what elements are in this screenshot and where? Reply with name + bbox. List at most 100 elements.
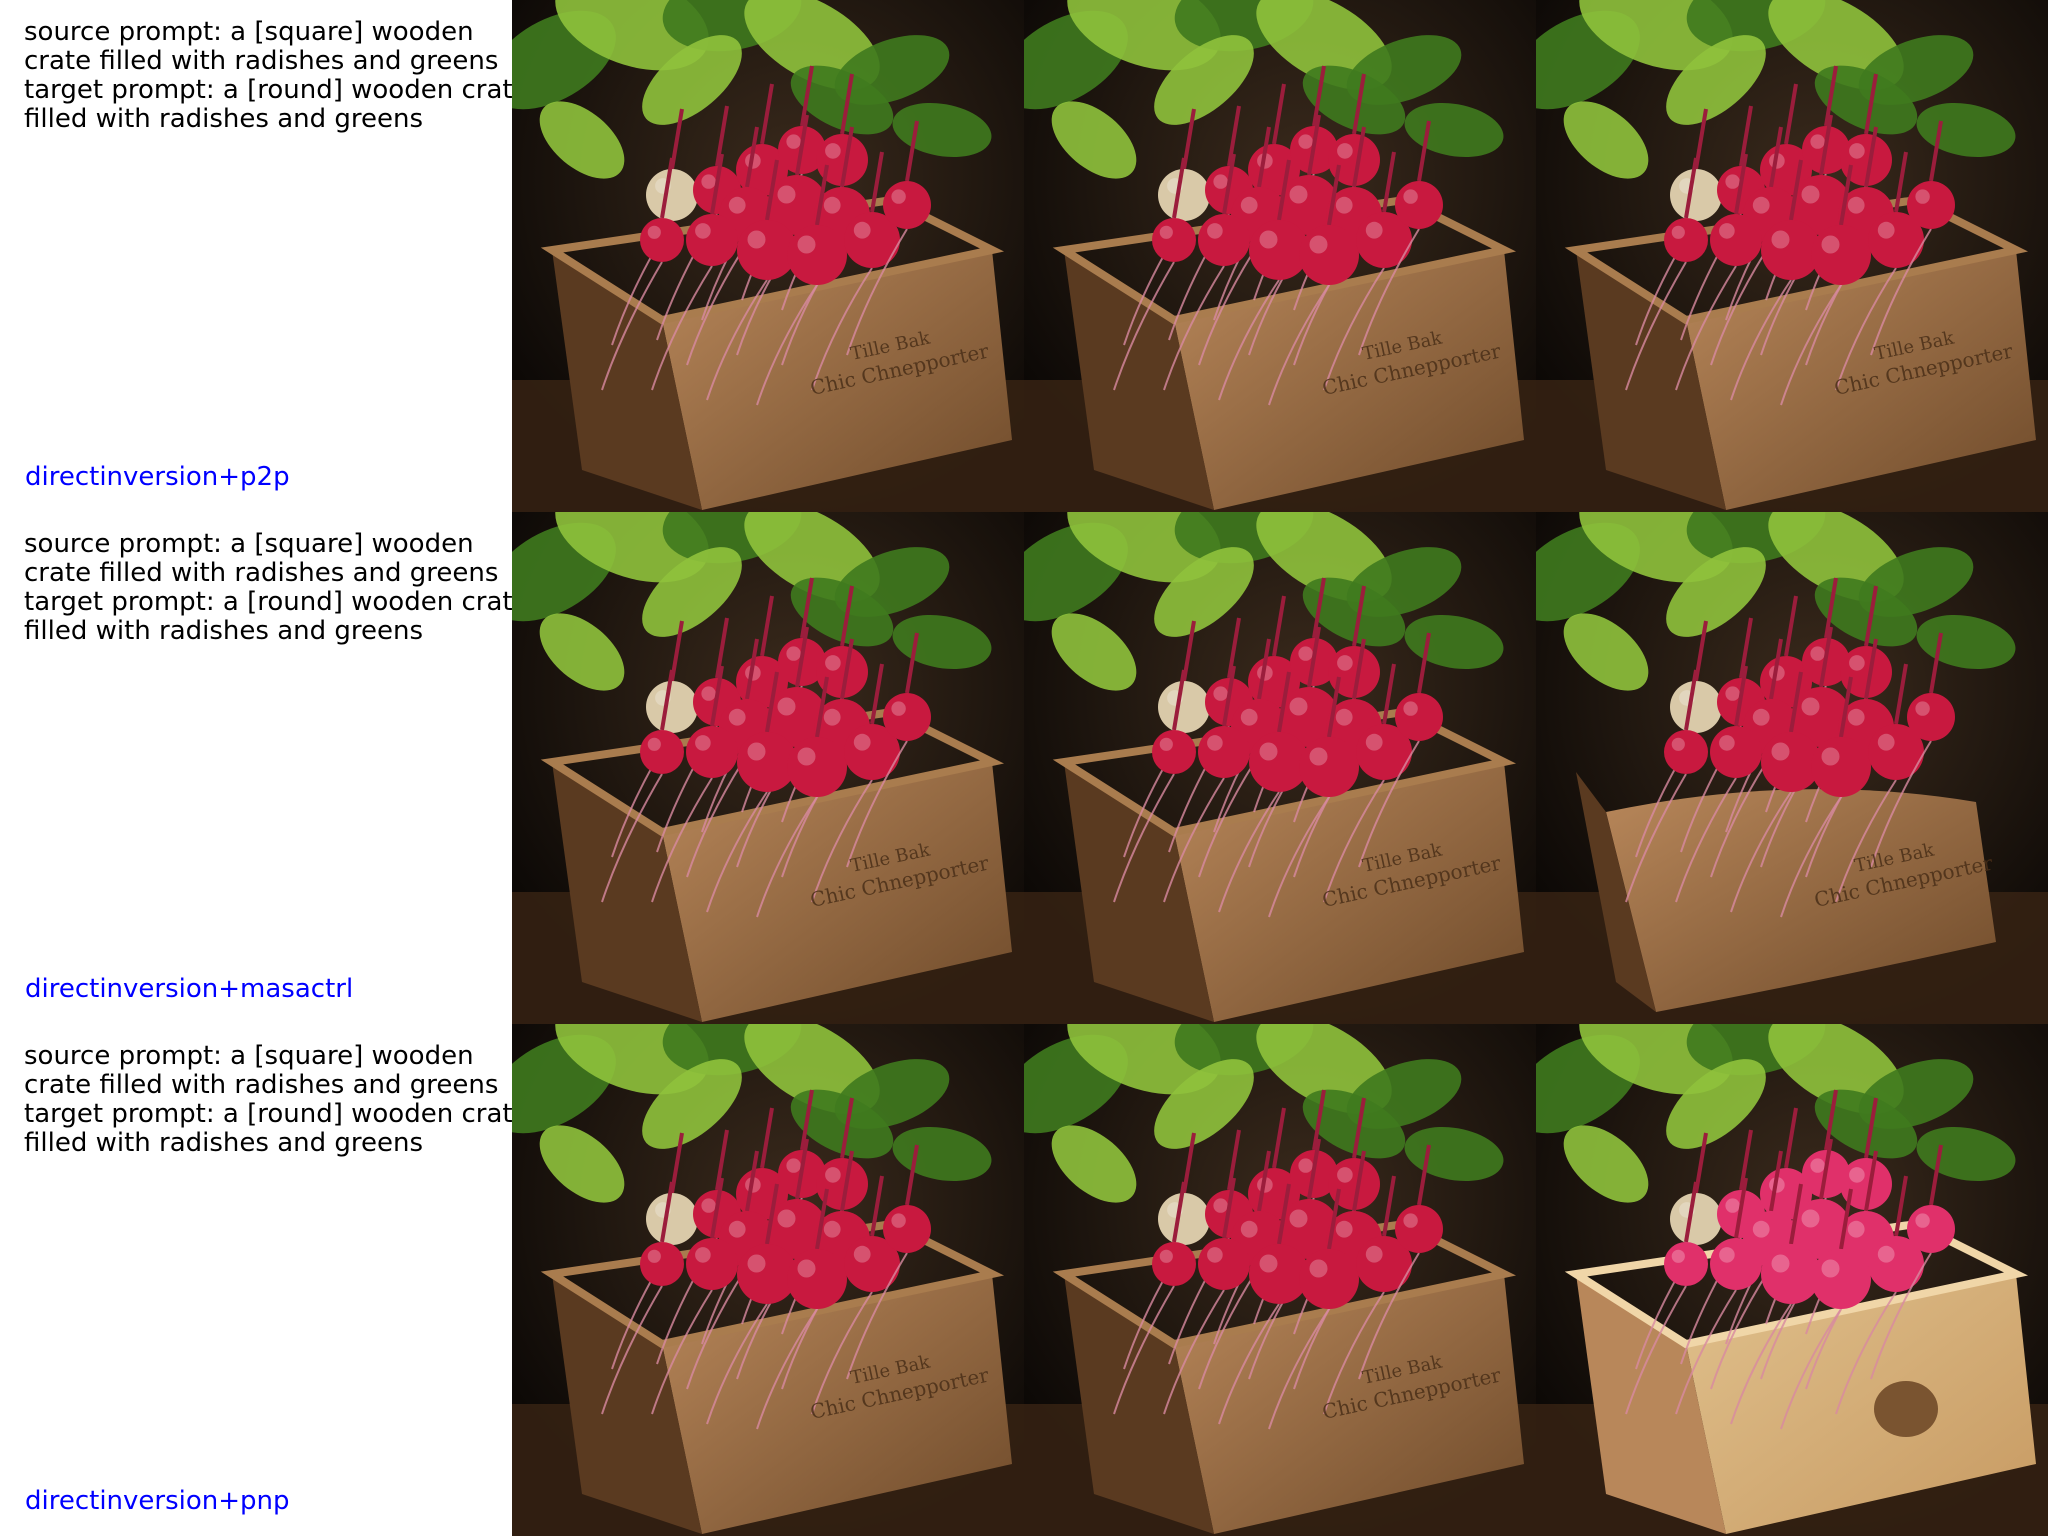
source-image: Tille Bak Chic Chnepporter — [512, 1024, 1024, 1536]
radish-highlight — [647, 737, 661, 751]
radish — [1299, 1249, 1359, 1309]
radish — [1670, 681, 1722, 733]
radish-highlight — [1309, 1259, 1328, 1278]
radish-highlight — [1719, 735, 1735, 751]
radish-highlight — [1159, 225, 1173, 239]
radish — [1811, 1249, 1871, 1309]
radish-highlight — [1365, 733, 1383, 751]
edited-image — [1536, 1024, 2048, 1536]
radish-highlight — [1289, 185, 1308, 204]
radish-highlight — [1801, 697, 1820, 716]
radish — [1811, 737, 1871, 797]
prompt-text: source prompt: a [square] wooden crate f… — [24, 18, 529, 134]
radish-highlight — [777, 185, 796, 204]
radish-highlight — [853, 221, 871, 239]
source-prompt-continued: crate filled with radishes and greens — [24, 558, 499, 588]
radish — [1395, 693, 1443, 741]
radish-highlight — [823, 196, 841, 214]
radish — [1299, 225, 1359, 285]
radish-highlight — [1259, 1254, 1278, 1273]
radish-highlight — [1309, 747, 1328, 766]
radish — [1158, 169, 1210, 221]
photo-illustration: Tille BakChic Chnepporter — [1536, 512, 2048, 1024]
radish-highlight — [797, 1259, 816, 1278]
radish-highlight — [1309, 235, 1328, 254]
radish — [1907, 1205, 1955, 1253]
radish-highlight — [797, 235, 816, 254]
radish — [1670, 1193, 1722, 1245]
photo-illustration: Tille BakChic Chnepporter — [1024, 1024, 1536, 1536]
photo-illustration: Tille BakChic Chnepporter — [1536, 0, 2048, 512]
radish — [1710, 214, 1762, 266]
radish — [640, 218, 684, 262]
radish-highlight — [825, 143, 841, 159]
radish-highlight — [1403, 189, 1418, 204]
method-label: directinversion+p2p — [25, 462, 290, 492]
source-prompt: source prompt: a [square] wooden — [24, 1041, 474, 1071]
radish-highlight — [891, 701, 906, 716]
radish-highlight — [1207, 223, 1223, 239]
radish-highlight — [1771, 1254, 1790, 1273]
radish — [1907, 181, 1955, 229]
radish — [787, 737, 847, 797]
source-image: Tille Bak Chic Chnepporter — [512, 512, 1024, 1024]
radish-highlight — [823, 708, 841, 726]
radish-highlight — [701, 174, 716, 189]
radish — [640, 1242, 684, 1286]
radish — [646, 1193, 698, 1245]
radish — [646, 169, 698, 221]
radish-highlight — [695, 735, 711, 751]
radish — [1395, 1205, 1443, 1253]
radish-highlight — [786, 1158, 801, 1173]
radish-highlight — [1877, 1245, 1895, 1263]
radish-highlight — [1335, 196, 1353, 214]
radish-highlight — [1810, 134, 1825, 149]
radish-highlight — [1725, 174, 1740, 189]
radish-highlight — [1810, 1158, 1825, 1173]
radish-highlight — [777, 697, 796, 716]
radish — [1664, 1242, 1708, 1286]
radish-highlight — [695, 223, 711, 239]
radish-highlight — [647, 225, 661, 239]
photo-illustration: Tille BakChic Chnepporter — [512, 512, 1024, 1024]
radish-highlight — [1752, 708, 1770, 726]
radish-highlight — [1719, 1247, 1735, 1263]
radish-highlight — [701, 686, 716, 701]
radish-highlight — [1403, 1213, 1418, 1228]
source-prompt-continued: crate filled with radishes and greens — [24, 1070, 499, 1100]
radish-highlight — [853, 1245, 871, 1263]
radish — [640, 730, 684, 774]
target-prompt: target prompt: a [round] wooden crate — [24, 75, 529, 105]
prompt-text: source prompt: a [square] wooden crate f… — [24, 530, 529, 646]
radish — [1198, 726, 1250, 778]
radish-highlight — [891, 189, 906, 204]
radish — [1395, 181, 1443, 229]
radish-highlight — [1847, 1220, 1865, 1238]
radish — [1710, 1238, 1762, 1290]
radish — [1664, 218, 1708, 262]
radish-highlight — [747, 742, 766, 761]
radish-highlight — [1849, 1167, 1865, 1183]
radish-highlight — [1847, 196, 1865, 214]
radish — [1670, 169, 1722, 221]
radish-highlight — [1821, 747, 1840, 766]
target-prompt: target prompt: a [round] wooden crate — [24, 1099, 529, 1129]
method-label: directinversion+pnp — [25, 1486, 290, 1516]
radish-highlight — [1847, 708, 1865, 726]
radish-highlight — [786, 134, 801, 149]
row-masactrl: source prompt: a [square] wooden crate f… — [0, 512, 2048, 1024]
radish-highlight — [1849, 143, 1865, 159]
edited-image: Tille Bak Chic Chnepporter — [1536, 512, 2048, 1024]
radish — [686, 726, 738, 778]
radish-highlight — [1771, 230, 1790, 249]
reconstruction-image: Tille Bak Chic Chnepporter — [1024, 512, 1536, 1024]
radish — [1158, 681, 1210, 733]
radish — [1811, 225, 1871, 285]
radish — [883, 693, 931, 741]
radish — [1907, 693, 1955, 741]
radish — [787, 1249, 847, 1309]
radish — [883, 181, 931, 229]
radish-highlight — [1207, 1247, 1223, 1263]
radish — [787, 225, 847, 285]
target-prompt-continued: filled with radishes and greens — [24, 1128, 424, 1158]
